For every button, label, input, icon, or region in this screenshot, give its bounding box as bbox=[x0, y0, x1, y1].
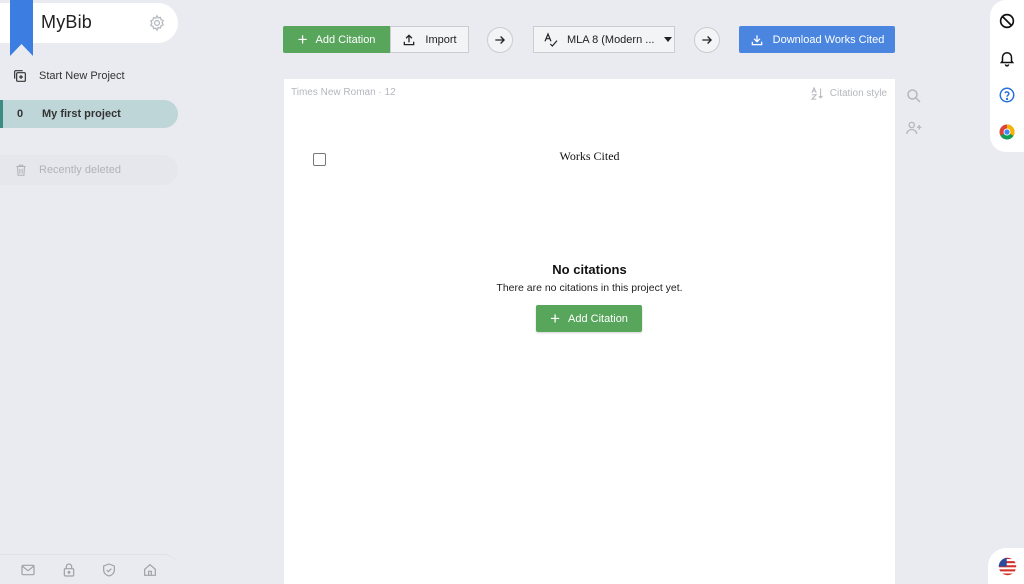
search-icon[interactable] bbox=[905, 87, 923, 105]
import-button[interactable]: Import bbox=[390, 26, 469, 53]
recently-deleted-label: Recently deleted bbox=[39, 164, 121, 176]
empty-state-title: No citations bbox=[552, 262, 627, 277]
extension-toolbar bbox=[990, 0, 1024, 152]
works-cited-document: Times New Roman · 12 Citation style Work… bbox=[284, 79, 895, 584]
add-person-icon[interactable] bbox=[905, 119, 923, 137]
arrow-button-1[interactable] bbox=[487, 27, 513, 53]
works-cited-heading: Works Cited bbox=[559, 149, 620, 163]
citation-style-label: Citation style bbox=[829, 88, 887, 99]
chevron-down-icon bbox=[664, 37, 673, 42]
bell-icon[interactable] bbox=[998, 49, 1016, 67]
add-project-icon bbox=[14, 70, 26, 82]
sidebar-footer bbox=[0, 554, 178, 584]
spellcheck-icon bbox=[544, 31, 558, 47]
citation-style-value: MLA 8 (Modern ... bbox=[567, 33, 655, 46]
upload-icon bbox=[404, 33, 415, 45]
import-label: Import bbox=[425, 33, 457, 46]
lock-icon[interactable] bbox=[61, 562, 77, 578]
gear-icon[interactable] bbox=[148, 14, 166, 32]
start-new-project-button[interactable]: Start New Project bbox=[12, 66, 172, 86]
citation-style-button[interactable]: Citation style bbox=[810, 86, 887, 101]
mail-icon[interactable] bbox=[20, 562, 36, 578]
sort-az-icon bbox=[810, 86, 823, 100]
empty-add-citation-button[interactable]: + Add Citation bbox=[536, 305, 642, 332]
add-citation-label: Add Citation bbox=[315, 33, 376, 46]
help-icon[interactable] bbox=[998, 86, 1016, 104]
download-works-cited-label: Download Works Cited bbox=[772, 33, 885, 46]
arrow-right-icon bbox=[702, 36, 712, 44]
plus-icon: + bbox=[550, 309, 560, 328]
start-new-project-label: Start New Project bbox=[39, 70, 125, 82]
empty-add-citation-label: Add Citation bbox=[568, 312, 628, 325]
bookmark-ribbon-icon bbox=[10, 0, 33, 56]
download-icon bbox=[751, 34, 762, 45]
empty-state-subtitle: There are no citations in this project y… bbox=[496, 282, 683, 294]
font-info: Times New Roman · 12 bbox=[291, 87, 396, 98]
plus-icon: + bbox=[297, 30, 308, 49]
add-citation-button[interactable]: + Add Citation bbox=[283, 26, 390, 53]
block-icon[interactable] bbox=[998, 12, 1016, 30]
trash-icon bbox=[16, 164, 26, 176]
arrow-right-icon bbox=[495, 36, 505, 44]
us-flag-icon bbox=[998, 557, 1017, 576]
project-citation-count: 0 bbox=[16, 108, 24, 120]
language-selector[interactable] bbox=[988, 548, 1024, 584]
citation-style-select[interactable]: MLA 8 (Modern ... bbox=[533, 26, 675, 53]
chrome-icon[interactable] bbox=[998, 123, 1016, 141]
recently-deleted-button[interactable]: Recently deleted bbox=[0, 155, 178, 185]
sidebar-item-project[interactable]: 0 My first project bbox=[0, 100, 178, 128]
download-works-cited-button[interactable]: Download Works Cited bbox=[739, 26, 895, 53]
home-icon[interactable] bbox=[142, 562, 158, 578]
arrow-button-2[interactable] bbox=[694, 27, 720, 53]
shield-icon[interactable] bbox=[101, 562, 117, 578]
project-name: My first project bbox=[42, 108, 121, 120]
brand-name: MyBib bbox=[41, 12, 93, 32]
